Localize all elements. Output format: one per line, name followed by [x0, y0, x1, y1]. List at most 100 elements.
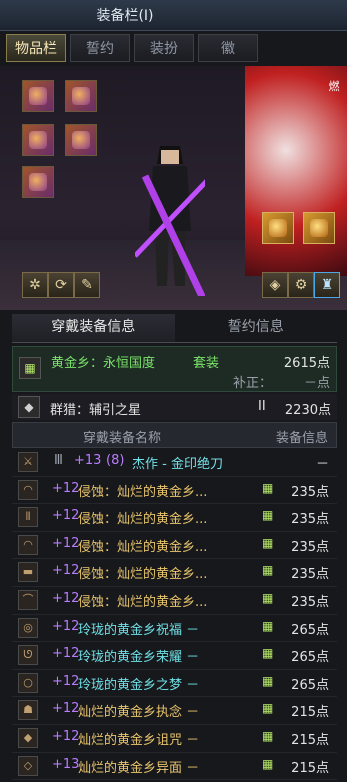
tab-avatar[interactable]: 装扮	[134, 34, 194, 62]
item-name: 侵蚀：灿烂的黄金乡...	[78, 539, 208, 555]
reinforce-level: +12	[52, 563, 80, 579]
slot-boots[interactable]	[22, 166, 54, 198]
slot-shoulder[interactable]	[22, 80, 54, 112]
set-piece-icon: ▦	[262, 618, 274, 633]
item-points: 215点	[291, 732, 329, 748]
col-info-header: 装备信息	[275, 431, 328, 446]
reinforce-level: +12	[52, 535, 80, 551]
correction-value: －点	[303, 376, 330, 391]
table-row[interactable]: ○ +12 玲珑的黄金乡之梦 － ▦ 265点	[12, 670, 337, 698]
character-scene: 燃 ✲ ⟳ ✎ ◈ ⚙ ♜	[0, 66, 347, 310]
reinforce-level: +12	[52, 508, 80, 524]
item-name: 杰作 - 金印绝刀	[132, 457, 223, 472]
set-piece-icon: ▦	[262, 673, 274, 688]
tab-pledge-info[interactable]: 誓约信息	[175, 314, 338, 342]
table-header: 穿戴装备名称 装备信息	[12, 422, 337, 448]
item-name: 侵蚀：灿烂的黄金乡...	[78, 594, 208, 610]
item-points: 215点	[291, 760, 329, 776]
slot-pet-gold[interactable]	[303, 212, 335, 244]
item-points: 235点	[291, 484, 329, 500]
group-points: 2230点	[284, 403, 331, 418]
gear-view-button[interactable]: ⚙	[288, 272, 314, 298]
set-piece-icon: ▦	[262, 535, 274, 550]
sword-icon: ⚔	[18, 452, 38, 472]
slot-belt[interactable]	[65, 124, 97, 156]
tab-inventory[interactable]: 物品栏	[6, 34, 66, 62]
main-tabs: 物品栏 誓约 装扮 徽	[6, 34, 262, 64]
set-points: 2615点	[283, 356, 330, 371]
set-piece-icon: ▦	[262, 563, 274, 578]
table-row[interactable]: ☗ +12 灿烂的黄金乡执念 － ▦ 215点	[12, 697, 337, 725]
table-row[interactable]: ◠ +12 侵蚀：灿烂的黄金乡... ▦ 235点	[12, 477, 337, 505]
item-name: 灿烂的黄金乡执念 －	[78, 705, 200, 721]
set-piece-icon: ▦	[262, 508, 274, 523]
slot-top[interactable]	[65, 80, 97, 112]
group-summary[interactable]: ◆ 群猎：辅引之星 II 2230点	[12, 394, 337, 420]
support-icon: ☗	[18, 700, 38, 721]
shoulder-icon: ◠	[18, 479, 38, 500]
refresh-button[interactable]: ⟳	[48, 272, 74, 298]
item-points: 265点	[291, 622, 329, 638]
costume-view-button[interactable]: ♜	[314, 272, 340, 298]
belt-icon: ▬	[18, 562, 38, 583]
group-name: 群猎：辅引之星	[50, 403, 142, 418]
equipment-window: 装备栏(I) 物品栏 誓约 装扮 徽 燃 ✲ ⟳ ✎ ◈ ⚙ ♜ 穿戴装备信息 …	[0, 0, 347, 782]
table-row[interactable]: ⫴ +12 侵蚀：灿烂的黄金乡... ▦ 235点	[12, 504, 337, 532]
slot-pants[interactable]	[22, 124, 54, 156]
item-name: 侵蚀：灿烂的黄金乡...	[78, 512, 208, 528]
earring-icon: ◇	[18, 755, 38, 776]
reinforce-level: +12	[52, 618, 80, 634]
table-row[interactable]: ⚔ Ⅲ +13 (8) 杰作 - 金印绝刀 －	[12, 449, 337, 477]
set-piece-icon: ▦	[262, 480, 274, 495]
event-poster[interactable]: 燃	[245, 66, 347, 276]
tab-worn-info[interactable]: 穿戴装备信息	[12, 314, 175, 342]
reinforce-level: +13	[74, 453, 102, 468]
item-name: 玲珑的黄金乡祝福 －	[78, 622, 200, 638]
table-row[interactable]: ᘎ +12 玲珑的黄金乡荣耀 － ▦ 265点	[12, 642, 337, 670]
table-row[interactable]: ▬ +12 侵蚀：灿烂的黄金乡... ▦ 235点	[12, 559, 337, 587]
set-piece-icon: ▦	[262, 590, 274, 605]
reinforce-level: +12	[52, 480, 80, 496]
item-points: 235点	[291, 594, 329, 610]
table-row[interactable]: ◎ +12 玲珑的黄金乡祝福 － ▦ 265点	[12, 615, 337, 643]
table-row[interactable]: ◠ +12 侵蚀：灿烂的黄金乡... ▦ 235点	[12, 532, 337, 560]
tab-pledge[interactable]: 誓约	[70, 34, 130, 62]
table-row[interactable]: ◆ +12 灿烂的黄金乡诅咒 － ▦ 215点	[12, 725, 337, 753]
poster-logo: 燃	[328, 80, 340, 93]
set-summary[interactable]: ▦ 黄金乡：永恒国度 套装 2615点 补正： －点	[12, 346, 337, 392]
item-points: 265点	[291, 677, 329, 693]
item-name: 玲珑的黄金乡荣耀 －	[78, 650, 200, 666]
item-name: 侵蚀：灿烂的黄金乡...	[78, 567, 208, 583]
settings-button[interactable]: ✲	[22, 272, 48, 298]
reinforce-level: +12	[52, 728, 80, 744]
set-piece-icon: ▦	[262, 728, 274, 743]
table-row[interactable]: ⌒ +12 侵蚀：灿烂的黄金乡... ▦ 235点	[12, 587, 337, 615]
reinforce-level: +13	[52, 756, 80, 772]
bracelet-icon: ◎	[18, 617, 38, 638]
item-name: 灿烂的黄金乡异面 －	[78, 760, 200, 776]
window-title: 装备栏(I)	[96, 8, 154, 24]
item-name: 灿烂的黄金乡诅咒 －	[78, 732, 200, 748]
equipment-list: ⚔ Ⅲ +13 (8) 杰作 - 金印绝刀－ ◠ +12 侵蚀：灿烂的黄金乡... ▦ 235点 ⫴…	[12, 449, 337, 781]
slot-title-gold[interactable]	[262, 212, 294, 244]
item-name: 侵蚀：灿烂的黄金乡...	[78, 484, 208, 500]
necklace-icon: ᘎ	[18, 645, 38, 666]
edit-button[interactable]: ✎	[74, 272, 100, 298]
enhance-count: (8)	[106, 453, 125, 468]
correction-label: 补正：	[233, 376, 273, 391]
set-icon: ▦	[19, 357, 41, 379]
title-bar[interactable]: 装备栏(I)	[0, 0, 347, 31]
character-sprite	[135, 146, 205, 296]
item-points: 215点	[291, 705, 329, 721]
item-points: －	[315, 457, 329, 472]
item-points: 235点	[291, 567, 329, 583]
reinforce-level: +12	[52, 701, 80, 717]
tab-emblem[interactable]: 徽	[198, 34, 258, 62]
info-tabs: 穿戴装备信息 誓约信息	[12, 314, 337, 343]
grade-badge: Ⅲ	[54, 453, 63, 468]
helmet-view-button[interactable]: ◈	[262, 272, 288, 298]
set-piece-icon: ▦	[262, 756, 274, 771]
table-row[interactable]: ◇ +13 灿烂的黄金乡异面 － ▦ 215点	[12, 753, 337, 781]
set-name: 黄金乡：永恒国度	[51, 356, 156, 371]
pants-icon: ⫴	[18, 507, 38, 528]
